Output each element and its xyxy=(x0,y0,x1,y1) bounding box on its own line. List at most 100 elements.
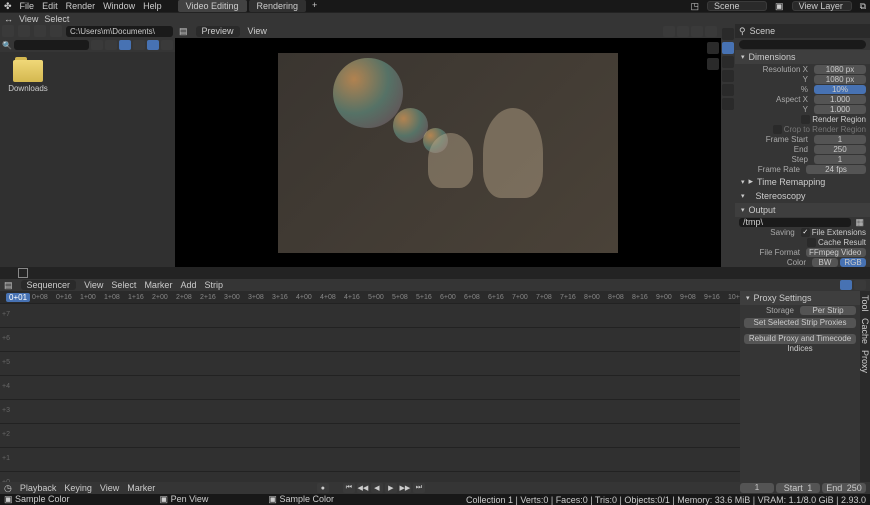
browse-icon[interactable]: ▦ xyxy=(853,217,866,228)
input-frame-start[interactable]: 1 xyxy=(814,135,866,144)
menu-select[interactable]: Select xyxy=(44,14,69,24)
input-res-x[interactable]: 1080 px xyxy=(814,65,866,74)
display-thumb-btn[interactable] xyxy=(91,40,103,50)
btn-color-bw[interactable]: BW xyxy=(812,258,838,267)
input-frame-step[interactable]: 1 xyxy=(814,155,866,164)
panel-dimensions[interactable]: Dimensions xyxy=(735,50,870,64)
scene-selector[interactable]: Scene xyxy=(707,1,767,11)
prop-tab-output-icon[interactable] xyxy=(722,42,734,54)
sort-btn[interactable] xyxy=(133,40,145,50)
menu-edit[interactable]: Edit xyxy=(42,1,58,11)
editor-type-icon[interactable]: ▤ xyxy=(179,26,188,37)
play-reverse-button[interactable]: ◀ xyxy=(371,483,383,493)
timeline-tracks[interactable]: +7 +6 +5 +4 +3 +2 +1 +0 xyxy=(0,303,740,482)
menu-render[interactable]: Render xyxy=(66,1,96,11)
prop-tab-scene-icon[interactable] xyxy=(722,70,734,82)
corner-icon[interactable]: ↔ xyxy=(4,14,13,24)
chk-cache[interactable] xyxy=(807,238,816,247)
menu-view[interactable]: View xyxy=(19,14,38,24)
panel-output[interactable]: Output xyxy=(735,203,870,217)
file-list[interactable]: Downloads xyxy=(0,52,175,267)
timeline-ruler[interactable]: 0+01 0+08 0+16 1+00 1+08 1+16 2+00 2+08 … xyxy=(0,291,740,303)
properties-search[interactable] xyxy=(739,40,866,49)
tab-tool[interactable]: Tool xyxy=(860,295,870,312)
panel-time-remap[interactable]: ▸ Time Remapping xyxy=(735,174,870,189)
jump-start-button[interactable]: ⏮ xyxy=(343,483,355,493)
timeline[interactable]: 0+01 0+08 0+16 1+00 1+08 1+16 2+00 2+08 … xyxy=(0,291,740,482)
pv-btn-3[interactable] xyxy=(691,26,703,37)
path-field[interactable]: C:\Users\m\Documents\ xyxy=(66,26,173,37)
pb-view-menu[interactable]: View xyxy=(100,483,119,493)
nav-fwd-icon[interactable] xyxy=(18,25,30,37)
search-input[interactable] xyxy=(14,40,89,50)
settings-btn[interactable] xyxy=(161,40,173,50)
pv-btn-2[interactable] xyxy=(677,26,689,37)
end-frame-field[interactable]: End 250 xyxy=(822,483,866,493)
timeline-icon[interactable]: ◷ xyxy=(4,483,12,494)
chk-file-ext[interactable] xyxy=(801,228,810,237)
filter-btn[interactable] xyxy=(147,40,159,50)
menu-help[interactable]: Help xyxy=(143,1,162,11)
nav-refresh-icon[interactable] xyxy=(50,25,62,37)
filter-icon[interactable]: ⧉ xyxy=(860,1,866,12)
prop-tab-render-icon[interactable] xyxy=(722,28,734,40)
tab-cache[interactable]: Cache xyxy=(860,318,870,344)
output-path[interactable]: /tmp\ xyxy=(739,218,851,227)
display-grid-btn[interactable] xyxy=(119,40,131,50)
zoom-icon[interactable] xyxy=(707,58,719,70)
preview-view-menu[interactable]: View xyxy=(248,26,267,36)
playback-menu[interactable]: Playback xyxy=(20,483,57,493)
pb-marker-menu[interactable]: Marker xyxy=(127,483,155,493)
start-frame-field[interactable]: Start 1 xyxy=(776,483,820,493)
preview-mode[interactable]: Preview xyxy=(196,26,240,37)
seq-add-menu[interactable]: Add xyxy=(180,280,196,290)
current-frame-field[interactable]: 1 xyxy=(740,483,774,493)
nav-up-icon[interactable] xyxy=(34,25,46,37)
prev-key-button[interactable]: ◀◀ xyxy=(357,483,369,493)
pv-btn-1[interactable] xyxy=(663,26,675,37)
nav-back-icon[interactable] xyxy=(2,25,14,37)
select-file-format[interactable]: FFmpeg Video xyxy=(806,248,866,257)
select-storage[interactable]: Per Strip xyxy=(800,306,856,315)
input-res-y[interactable]: 1080 px xyxy=(814,75,866,84)
display-list-btn[interactable] xyxy=(105,40,117,50)
seq-toggle-2[interactable] xyxy=(854,280,866,290)
seq-view-menu[interactable]: View xyxy=(84,280,103,290)
btn-color-rgb[interactable]: RGB xyxy=(840,258,866,267)
seq-toggle-1[interactable] xyxy=(840,280,852,290)
input-aspect-y[interactable]: 1.000 xyxy=(814,105,866,114)
chk-render-region[interactable] xyxy=(801,115,810,124)
jump-end-button[interactable]: ⏭ xyxy=(413,483,425,493)
current-frame-indicator[interactable]: 0+01 xyxy=(6,293,30,302)
panel-stereoscopy[interactable]: Stereoscopy xyxy=(735,189,870,203)
editor-type-icon[interactable]: ▤ xyxy=(4,280,13,291)
input-pct[interactable]: 10% xyxy=(814,85,866,94)
add-workspace-button[interactable]: + xyxy=(308,0,321,12)
scene-breadcrumb[interactable]: Scene xyxy=(750,26,776,36)
pan-icon[interactable] xyxy=(707,42,719,54)
menu-window[interactable]: Window xyxy=(103,1,135,11)
seq-marker-menu[interactable]: Marker xyxy=(144,280,172,290)
tab-rendering[interactable]: Rendering xyxy=(249,0,307,12)
menu-file[interactable]: File xyxy=(20,1,35,11)
keying-menu[interactable]: Keying xyxy=(64,483,92,493)
pv-btn-4[interactable] xyxy=(705,26,717,37)
seq-strip-menu[interactable]: Strip xyxy=(204,280,223,290)
prop-tab-view-icon[interactable] xyxy=(722,56,734,68)
autokey-button[interactable]: ● xyxy=(317,483,329,493)
preview-viewport[interactable] xyxy=(175,38,721,267)
next-key-button[interactable]: ▶▶ xyxy=(399,483,411,493)
seq-select-menu[interactable]: Select xyxy=(111,280,136,290)
btn-rebuild-proxies[interactable]: Rebuild Proxy and Timecode Indices xyxy=(744,334,856,344)
input-frame-end[interactable]: 250 xyxy=(814,145,866,154)
input-frame-rate[interactable]: 24 fps xyxy=(806,165,866,174)
tab-video-editing[interactable]: Video Editing xyxy=(178,0,247,12)
panel-proxy[interactable]: Proxy Settings xyxy=(740,291,860,305)
prop-tab-tool-icon[interactable] xyxy=(722,98,734,110)
prop-tab-world-icon[interactable] xyxy=(722,84,734,96)
viewlayer-selector[interactable]: View Layer xyxy=(792,1,852,11)
input-aspect-x[interactable]: 1.000 xyxy=(814,95,866,104)
chk-crop[interactable] xyxy=(773,125,782,134)
pin-icon[interactable]: ⚲ xyxy=(739,26,746,37)
play-button[interactable]: ▶ xyxy=(385,483,397,493)
